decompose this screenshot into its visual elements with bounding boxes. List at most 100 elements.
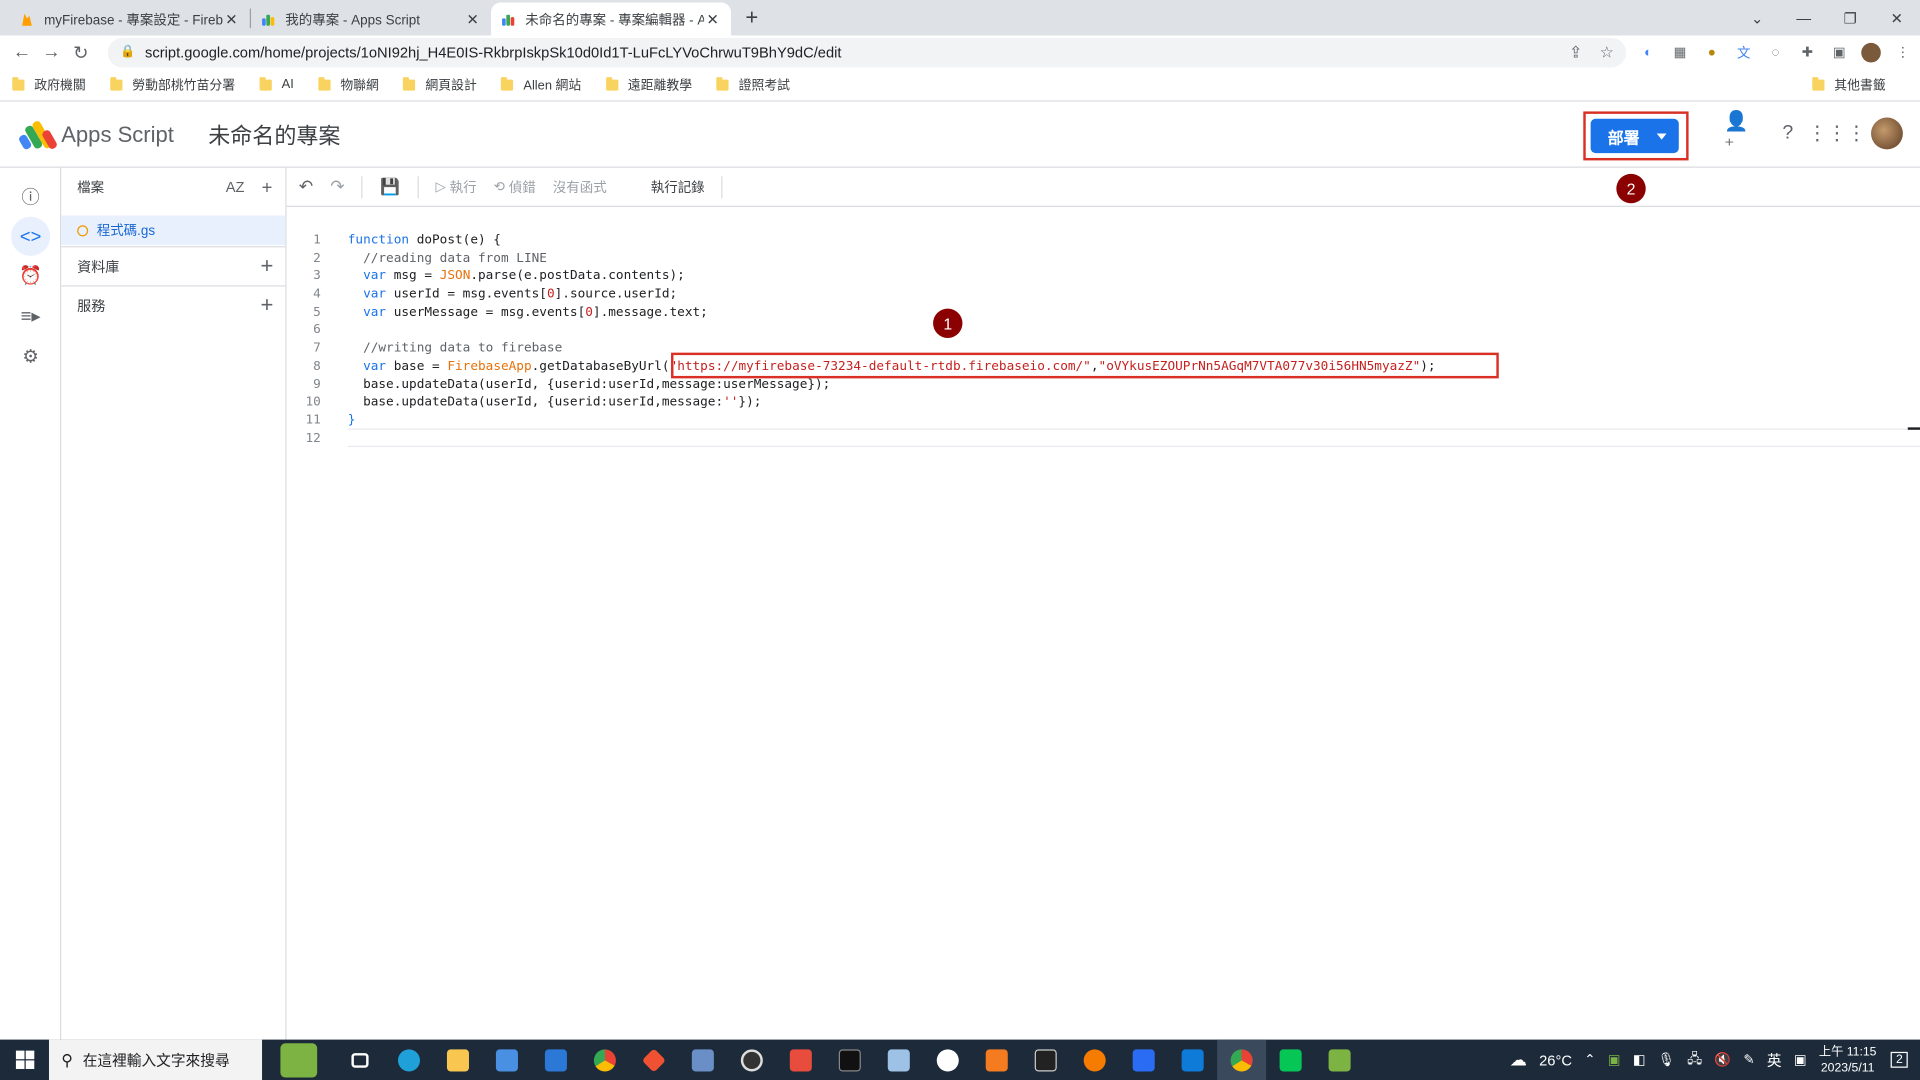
- vscode-icon[interactable]: [1168, 1040, 1217, 1080]
- notifications-icon[interactable]: 2: [1891, 1051, 1908, 1068]
- network-icon[interactable]: 🖧: [1687, 1048, 1702, 1071]
- word-icon[interactable]: [923, 1040, 972, 1080]
- help-icon[interactable]: ?: [1773, 119, 1802, 148]
- other-bookmarks[interactable]: 其他書籤: [1812, 75, 1886, 93]
- browser-tab-my-projects[interactable]: 我的專案 - Apps Script ✕: [251, 2, 491, 35]
- add-service-icon[interactable]: +: [253, 293, 280, 319]
- debug-button[interactable]: ⟲ 偵錯: [494, 177, 536, 197]
- code-line[interactable]: 12: [287, 429, 1920, 447]
- scrollbar-marker[interactable]: [1907, 427, 1920, 430]
- sort-az-icon[interactable]: AZ: [222, 179, 249, 196]
- save-icon[interactable]: 💾: [380, 177, 400, 197]
- app-icon[interactable]: [1315, 1040, 1364, 1080]
- tray-app-icon[interactable]: ▣: [1608, 1052, 1621, 1068]
- task-view-icon[interactable]: [336, 1040, 385, 1080]
- settings-gear-icon[interactable]: ⚙: [11, 337, 50, 376]
- code-line[interactable]: 10 base.updateData(userId, {userid:userI…: [287, 393, 1920, 411]
- code-line[interactable]: 3 var msg = JSON.parse(e.postData.conten…: [287, 267, 1920, 285]
- search-highlight-image[interactable]: [262, 1040, 335, 1080]
- share-icon[interactable]: ⇪: [1569, 42, 1582, 62]
- profile-avatar[interactable]: [1861, 42, 1881, 62]
- close-icon[interactable]: ✕: [464, 10, 481, 27]
- chrome-active-icon[interactable]: [1217, 1039, 1267, 1080]
- puzzle-icon[interactable]: ✚: [1798, 42, 1818, 62]
- code-line[interactable]: 11}: [287, 411, 1920, 429]
- mail-icon[interactable]: [531, 1040, 580, 1080]
- pen-icon[interactable]: ✎: [1743, 1052, 1754, 1068]
- git-icon[interactable]: [629, 1040, 678, 1080]
- bookmark-folder[interactable]: 政府機關: [12, 75, 86, 93]
- app-icon[interactable]: [1119, 1040, 1168, 1080]
- avatar[interactable]: [1871, 117, 1903, 150]
- obs-icon[interactable]: [727, 1040, 776, 1080]
- bookmark-star-icon[interactable]: ☆: [1600, 42, 1614, 62]
- run-button[interactable]: ▷ 執行: [436, 177, 477, 197]
- line-icon[interactable]: [1266, 1040, 1315, 1080]
- ime-indicator[interactable]: 英: [1767, 1049, 1782, 1070]
- taskbar-search-input[interactable]: ⚲ 在這裡輸入文字來搜尋: [48, 1039, 263, 1080]
- bookmark-folder[interactable]: 勞動部桃竹苗分署: [110, 75, 235, 93]
- code-line[interactable]: 4 var userId = msg.events[0].source.user…: [287, 285, 1920, 303]
- app-icon[interactable]: [1070, 1040, 1119, 1080]
- store-icon[interactable]: [482, 1040, 531, 1080]
- forward-icon[interactable]: →: [37, 37, 66, 66]
- code-line[interactable]: 2 //reading data from LINE: [287, 249, 1920, 267]
- weather-temp[interactable]: 26°C: [1539, 1051, 1572, 1068]
- bookmark-folder[interactable]: 遠距離教學: [605, 75, 692, 93]
- overview-info-icon[interactable]: ⓘ: [11, 176, 50, 215]
- code-line[interactable]: 1 function doPost(e) {: [287, 231, 1920, 249]
- bookmark-folder[interactable]: 證照考試: [716, 75, 790, 93]
- app-name[interactable]: Apps Script: [61, 122, 174, 148]
- new-tab-button[interactable]: +: [736, 2, 768, 34]
- browser-tab-firebase[interactable]: myFirebase - 專案設定 - Fireba ✕: [10, 2, 250, 35]
- extension-icon[interactable]: ●: [1702, 42, 1722, 62]
- code-editor[interactable]: 1 function doPost(e) {2 //reading data fr…: [287, 231, 1920, 447]
- tab-search-icon[interactable]: ⌄: [1734, 0, 1781, 36]
- bookmark-folder[interactable]: AI: [259, 76, 294, 92]
- project-title[interactable]: 未命名的專案: [208, 119, 340, 151]
- terminal-icon[interactable]: [825, 1040, 874, 1080]
- file-explorer-icon[interactable]: [433, 1040, 482, 1080]
- translate-icon[interactable]: 文: [1734, 42, 1754, 62]
- function-select[interactable]: 沒有函式: [553, 177, 607, 197]
- execution-log-button[interactable]: 執行記錄: [651, 177, 705, 197]
- triggers-alarm-icon[interactable]: ⏰: [11, 256, 50, 295]
- app-icon[interactable]: [874, 1040, 923, 1080]
- menu-dots-icon[interactable]: ⋮: [1893, 42, 1913, 62]
- extension-icon[interactable]: ◐: [1638, 42, 1658, 62]
- close-icon[interactable]: ✕: [704, 10, 721, 27]
- edge-icon[interactable]: [384, 1040, 433, 1080]
- app-icon[interactable]: [972, 1040, 1021, 1080]
- start-button[interactable]: [0, 1040, 49, 1080]
- ime-mode-icon[interactable]: ▣: [1794, 1052, 1807, 1068]
- app-icon[interactable]: [1021, 1040, 1070, 1080]
- tray-app-icon[interactable]: ◧: [1633, 1052, 1646, 1068]
- extension-icon[interactable]: ▦: [1670, 42, 1690, 62]
- app-icon[interactable]: [678, 1040, 727, 1080]
- executions-list-icon[interactable]: ≡▸: [11, 296, 50, 335]
- reload-icon[interactable]: ↻: [66, 37, 95, 66]
- redo-icon[interactable]: ↷: [330, 176, 344, 197]
- extension-icon[interactable]: ◌: [1766, 42, 1786, 62]
- editor-code-icon[interactable]: <>: [11, 216, 51, 256]
- chevron-up-icon[interactable]: ⌃: [1584, 1052, 1595, 1068]
- bookmark-folder[interactable]: 網頁設計: [403, 75, 477, 93]
- bookmark-folder[interactable]: Allen 網站: [501, 75, 581, 93]
- close-window-icon[interactable]: ✕: [1873, 0, 1920, 36]
- deploy-button[interactable]: 部署: [1590, 118, 1679, 154]
- weather-cloud-icon[interactable]: ☁: [1510, 1049, 1527, 1070]
- chrome-icon[interactable]: [580, 1040, 629, 1080]
- code-line[interactable]: 6: [287, 321, 1920, 339]
- file-item-code-gs[interactable]: 程式碼.gs: [61, 215, 286, 245]
- microphone-icon[interactable]: 🎙: [1658, 1052, 1675, 1068]
- clock[interactable]: 上午 11:15 2023/5/11: [1819, 1044, 1877, 1076]
- apps-grid-icon[interactable]: ⋮⋮⋮: [1807, 119, 1866, 148]
- volume-muted-icon[interactable]: 🔇: [1714, 1052, 1731, 1068]
- minimize-icon[interactable]: —: [1780, 0, 1827, 36]
- add-library-icon[interactable]: +: [253, 253, 280, 279]
- share-person-add-icon[interactable]: 👤⁺: [1724, 111, 1753, 156]
- side-panel-icon[interactable]: ▣: [1829, 42, 1849, 62]
- restore-icon[interactable]: ❐: [1827, 0, 1874, 36]
- back-icon[interactable]: ←: [7, 37, 36, 66]
- bookmark-folder[interactable]: 物聯網: [318, 75, 379, 93]
